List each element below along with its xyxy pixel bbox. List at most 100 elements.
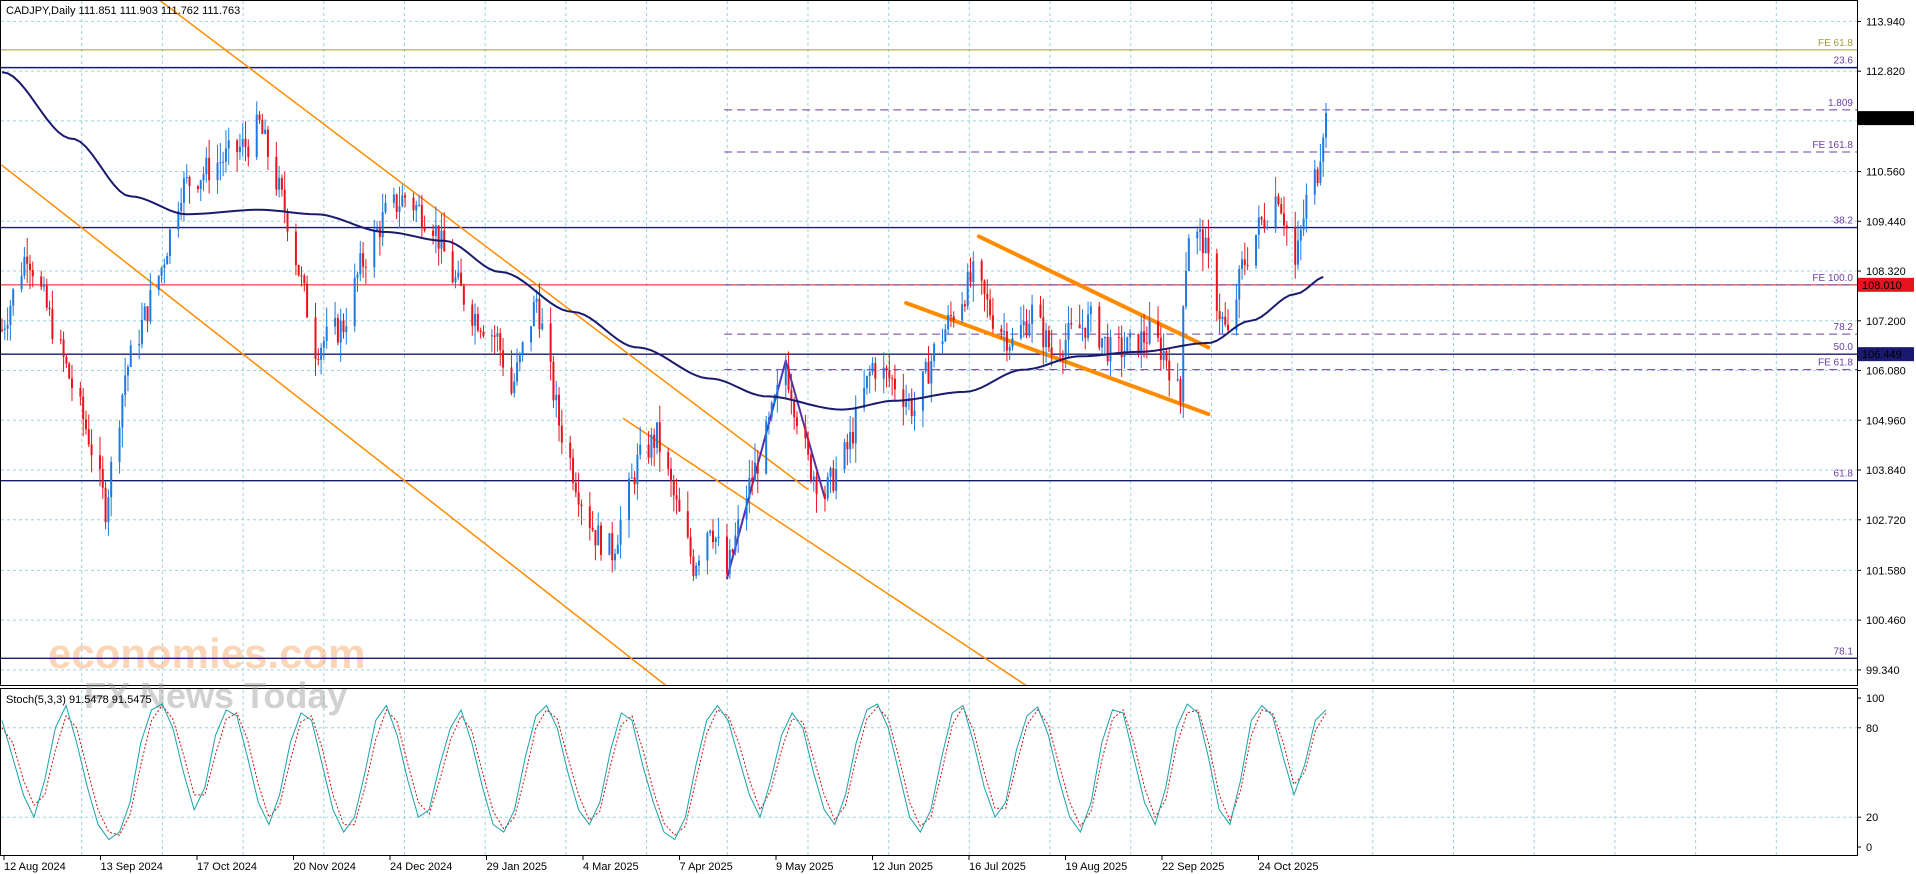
- candle-body: [1140, 331, 1143, 355]
- candle-body: [188, 176, 191, 187]
- candle-body: [107, 497, 110, 523]
- candle-body: [20, 275, 23, 290]
- price-axis-label: 101.580: [1866, 565, 1906, 577]
- candle-body: [667, 452, 670, 469]
- price-axis-label: 102.720: [1866, 515, 1906, 527]
- candle-body: [608, 533, 611, 555]
- candle-body: [770, 402, 773, 418]
- level-label: FE 161.8: [1812, 140, 1853, 151]
- candle-body: [597, 525, 600, 546]
- candle-body: [1143, 331, 1146, 343]
- candle-body: [462, 285, 465, 305]
- date-axis-label: 13 Sep 2024: [101, 861, 163, 873]
- candle-body: [196, 186, 199, 190]
- candle-body: [851, 432, 854, 444]
- candle-body: [384, 202, 387, 213]
- candle-body: [1109, 336, 1112, 362]
- candle-body: [1280, 204, 1283, 214]
- candle-body: [619, 520, 622, 545]
- candle-body: [1199, 229, 1202, 232]
- candle-body: [510, 367, 513, 394]
- candle-body: [815, 476, 818, 494]
- candle-body: [611, 533, 614, 561]
- candle-body: [516, 362, 519, 382]
- candle-body: [294, 231, 297, 266]
- candle-body: [283, 189, 286, 212]
- date-axis-label: 9 May 2025: [776, 861, 833, 873]
- price-axis-label: 99.340: [1866, 665, 1900, 677]
- price-tag-label: 108.010: [1862, 280, 1902, 292]
- level-label: FE 61.8: [1818, 38, 1853, 49]
- candle-body: [1224, 316, 1227, 325]
- candle-body: [502, 350, 505, 368]
- candle-body: [146, 306, 149, 322]
- candle-body: [149, 290, 152, 322]
- candle-body: [630, 477, 633, 479]
- date-axis-label: 16 Jul 2025: [969, 861, 1026, 873]
- candle-body: [1204, 237, 1207, 254]
- candle-body: [1148, 321, 1151, 344]
- candle-body: [1081, 327, 1084, 329]
- candle-body: [208, 157, 211, 181]
- candle-body: [255, 114, 258, 158]
- candle-body: [1025, 321, 1028, 336]
- candle-body: [594, 530, 597, 546]
- candle-body: [216, 162, 219, 181]
- candle-body: [686, 511, 689, 537]
- candle-body: [451, 251, 454, 283]
- candle-body: [121, 394, 124, 428]
- candle-body: [236, 140, 239, 153]
- candle-body: [306, 283, 309, 318]
- stoch-title: Stoch(5,3,3) 91.5478 91.5475: [6, 694, 152, 706]
- candle-body: [392, 194, 395, 203]
- candle-body: [628, 478, 631, 521]
- candle-body: [933, 343, 936, 362]
- candle-body: [496, 333, 499, 337]
- candle-body: [241, 138, 244, 147]
- candle-body: [129, 345, 132, 367]
- candle-body: [689, 536, 692, 557]
- candle-body: [1031, 304, 1034, 324]
- candle-body: [1297, 240, 1300, 265]
- candle-body: [891, 378, 894, 380]
- candle-body: [823, 493, 826, 499]
- candle-body: [40, 276, 43, 287]
- candle-body: [986, 293, 989, 300]
- candle-body: [31, 269, 34, 277]
- candle-body: [227, 140, 230, 149]
- date-axis-label: 17 Oct 2024: [197, 861, 257, 873]
- candle-body: [26, 256, 29, 264]
- price-tag-label: 106.449: [1862, 349, 1902, 361]
- candle-body: [521, 342, 524, 354]
- candle-body: [1157, 321, 1160, 338]
- candle-body: [921, 371, 924, 411]
- candle-body: [471, 304, 474, 326]
- candle-body: [1263, 219, 1266, 228]
- candle-body: [776, 384, 779, 397]
- candle-body: [353, 277, 356, 327]
- candle-body: [538, 298, 541, 330]
- candle-body: [600, 525, 603, 555]
- candle-body: [913, 410, 916, 417]
- candle-body: [345, 326, 348, 333]
- candle-body: [1168, 360, 1171, 381]
- candle-body: [1313, 169, 1316, 195]
- date-axis-label: 20 Nov 2024: [294, 861, 356, 873]
- candle-body: [286, 211, 289, 232]
- candle-body: [432, 230, 435, 236]
- candle-body: [865, 376, 868, 388]
- candle-body: [1011, 338, 1014, 347]
- level-label: 38.2: [1834, 216, 1854, 227]
- candle-body: [591, 527, 594, 531]
- candle-body: [437, 225, 440, 249]
- price-axis-label: 106.080: [1866, 366, 1906, 378]
- level-label: 23.6: [1834, 56, 1854, 67]
- candle-body: [1260, 217, 1263, 220]
- price-axis-label: 103.840: [1866, 465, 1906, 477]
- candle-body: [927, 361, 930, 384]
- candle-body: [98, 455, 101, 470]
- candle-body: [1201, 229, 1204, 254]
- candle-body: [574, 482, 577, 493]
- candle-body: [885, 367, 888, 371]
- candle-body: [143, 306, 146, 320]
